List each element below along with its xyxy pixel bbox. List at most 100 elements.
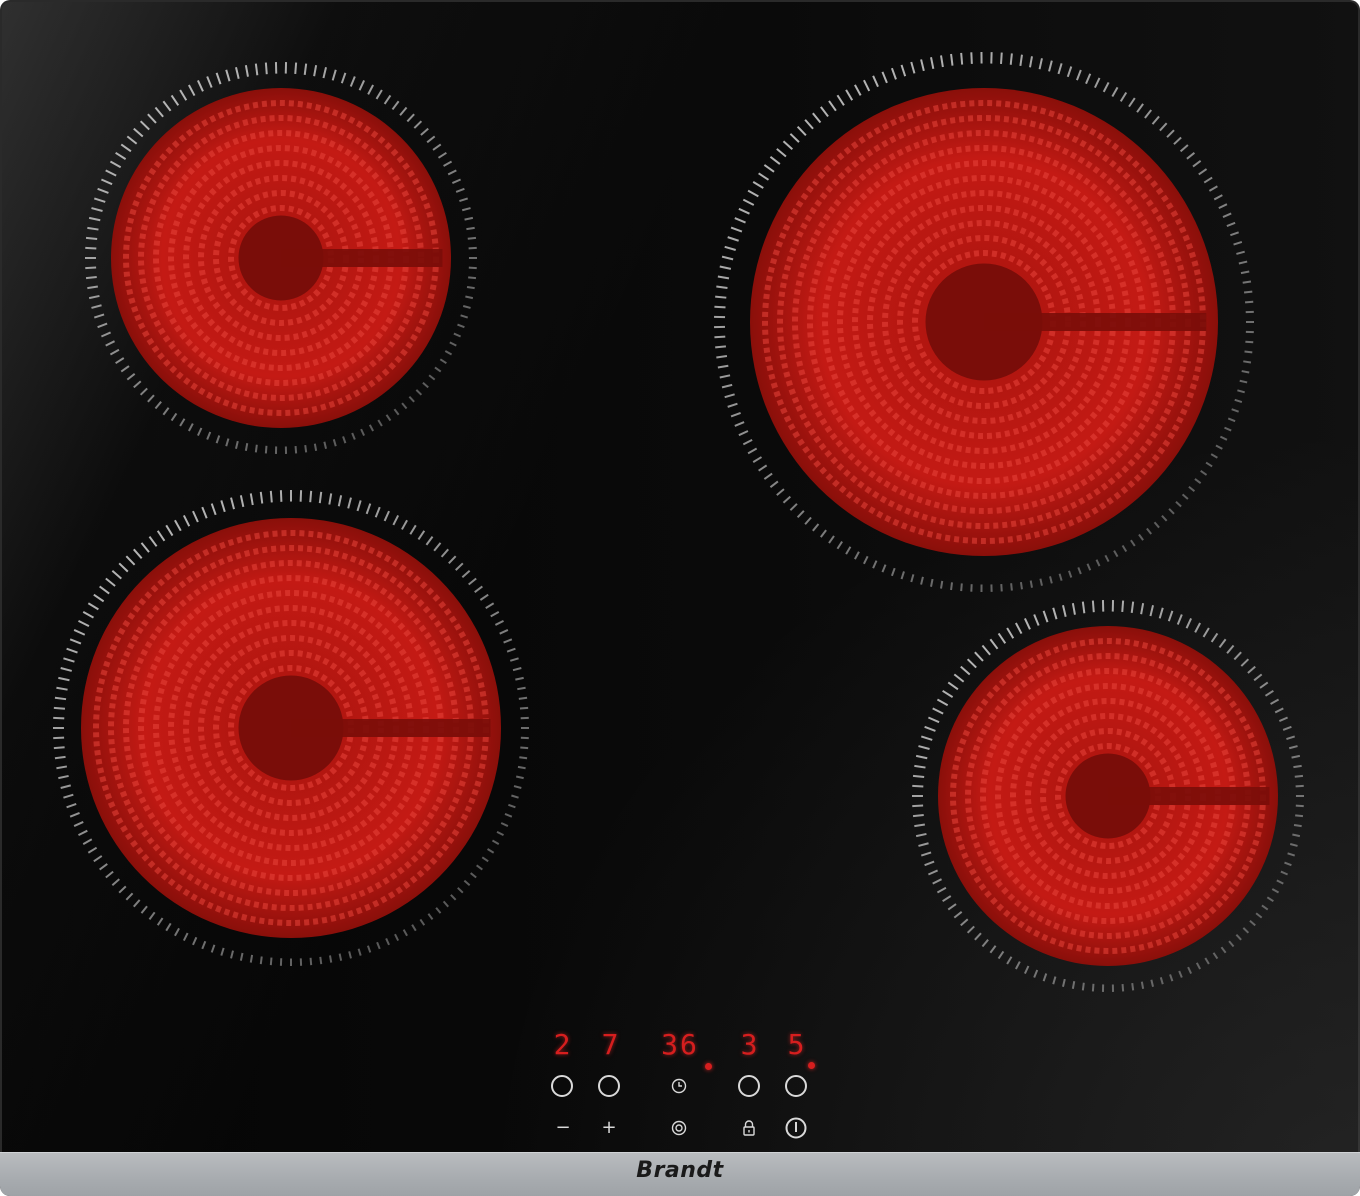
- zone-tick: [845, 89, 854, 101]
- zone-tick: [1192, 160, 1202, 168]
- zone-tick: [56, 686, 68, 691]
- zone-tick: [752, 456, 763, 463]
- zone-tick: [1218, 203, 1228, 210]
- zone-tick: [517, 686, 526, 691]
- zone-tick: [385, 414, 392, 422]
- zone-tick: [1194, 478, 1202, 484]
- zone-tick: [319, 956, 323, 965]
- zone-tick: [981, 939, 989, 948]
- zone-tick: [1052, 976, 1057, 985]
- zone-tick: [188, 423, 194, 432]
- zone-tick: [942, 689, 954, 698]
- zone-tick: [459, 197, 469, 202]
- zone-tick: [115, 357, 125, 365]
- zone-tick: [519, 756, 528, 760]
- zone-tick: [82, 611, 94, 619]
- zone-tick: [1224, 426, 1232, 432]
- minus-button[interactable]: −: [551, 1116, 575, 1140]
- zone-tick: [367, 84, 374, 95]
- zone-tick: [230, 497, 235, 510]
- zone-tick: [322, 67, 327, 79]
- zone-tick: [1241, 370, 1250, 374]
- zone-tick: [66, 647, 78, 654]
- zone-tick: [391, 100, 400, 111]
- zone-tick: [932, 707, 944, 715]
- zone-tick: [1242, 280, 1252, 284]
- zone-tick: [1138, 533, 1144, 541]
- zone-tick: [1111, 86, 1119, 97]
- zone-tick: [313, 443, 318, 452]
- zone-tick: [1131, 983, 1135, 991]
- zone-tick: [356, 500, 362, 512]
- zone-tick: [804, 119, 814, 130]
- zone-tick: [99, 863, 108, 871]
- zone-tick: [93, 313, 105, 319]
- zone-tick: [1243, 360, 1252, 364]
- zone-tick: [747, 189, 759, 198]
- zone-tick: [1185, 618, 1192, 629]
- zone-tick: [719, 374, 731, 379]
- target-icon[interactable]: [667, 1116, 691, 1140]
- zone-tick: [1052, 607, 1058, 620]
- zone-tick: [1282, 725, 1292, 731]
- zone-tick: [1086, 563, 1092, 571]
- zone-tick: [63, 657, 75, 663]
- clock-icon[interactable]: [667, 1074, 691, 1098]
- zone-tick: [1039, 578, 1043, 586]
- zone-2-select-button[interactable]: [598, 1075, 620, 1097]
- zone-tick: [87, 285, 99, 290]
- zone-tick: [776, 148, 787, 158]
- zone-tick: [719, 265, 732, 270]
- zone-tick: [500, 822, 509, 827]
- zone-tick: [1244, 350, 1253, 354]
- zone-tick: [1295, 814, 1304, 818]
- zone-tick: [179, 89, 188, 101]
- zone-tick: [53, 746, 65, 750]
- zone-tick: [394, 933, 400, 941]
- zone-tick: [99, 585, 110, 595]
- zone-tick: [192, 510, 199, 523]
- zone-tick: [97, 187, 109, 194]
- zone-tick: [201, 940, 207, 950]
- plus-button[interactable]: +: [597, 1116, 621, 1140]
- zone-tick: [947, 681, 959, 691]
- zone-tick: [881, 564, 887, 573]
- lock-icon[interactable]: [737, 1116, 761, 1140]
- zone-tick: [244, 64, 249, 77]
- zone-tick: [1119, 91, 1128, 102]
- zone-tick: [118, 885, 127, 894]
- zone-tick: [140, 905, 148, 914]
- zone-tick: [1187, 966, 1192, 974]
- zone-4-select-button[interactable]: [785, 1075, 807, 1097]
- zone-tick: [1222, 212, 1232, 218]
- zone-tick: [374, 506, 381, 518]
- cooking-zone-front-left: [53, 490, 529, 966]
- zone-tick: [460, 314, 469, 319]
- zone-tick: [953, 911, 963, 919]
- zone-1-select-button[interactable]: [551, 1075, 573, 1097]
- zone-tick: [294, 62, 298, 75]
- zone-tick: [742, 198, 755, 206]
- zone-3-select-button[interactable]: [738, 1075, 760, 1097]
- power-icon[interactable]: [784, 1116, 808, 1140]
- zone-tick: [58, 676, 70, 682]
- zone-tick: [721, 383, 733, 389]
- zone-tick: [1220, 946, 1227, 954]
- zone-tick: [920, 576, 924, 585]
- zone-tick: [170, 94, 180, 106]
- zone-tick: [1029, 580, 1033, 588]
- zone-tick: [225, 69, 231, 82]
- zone-tick: [154, 106, 164, 118]
- zone-tick: [782, 140, 794, 150]
- zone-tick: [66, 802, 77, 809]
- zone-tick: [165, 524, 174, 537]
- zone-tick: [420, 127, 429, 136]
- zone-tick: [101, 331, 112, 338]
- zone-tick: [318, 491, 323, 504]
- zone-tick: [730, 226, 743, 233]
- zone-tick: [210, 503, 217, 516]
- zone-tick: [1140, 981, 1145, 990]
- zone-tick: [734, 217, 746, 224]
- zone-tick: [485, 602, 495, 609]
- zone-tick: [1194, 622, 1201, 633]
